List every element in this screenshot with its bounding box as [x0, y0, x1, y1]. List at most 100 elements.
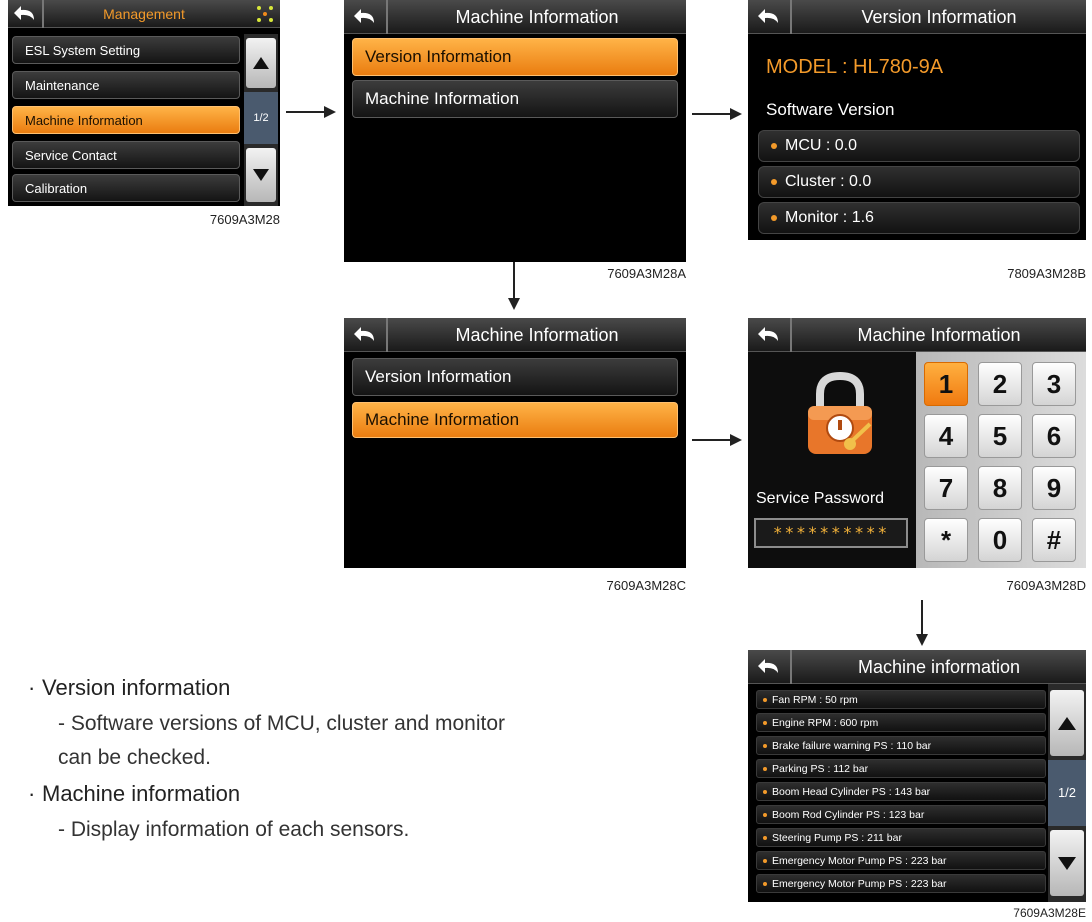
key-label: 3 — [1046, 368, 1062, 399]
key-8[interactable]: 8 — [978, 466, 1022, 510]
key-label: 8 — [992, 472, 1008, 503]
sensor-row: Brake failure warning PS : 110 bar — [756, 736, 1046, 755]
version-row-label: Monitor : 1.6 — [785, 209, 874, 226]
sensor-row-label: Emergency Motor Pump PS : 223 bar — [772, 854, 947, 867]
flow-arrow-right — [692, 434, 742, 446]
screen-management: Management ESL System Setting Maintenanc… — [8, 0, 280, 206]
menu-item-maintenance[interactable]: Maintenance — [12, 71, 240, 99]
sensor-row-label: Boom Rod Cylinder PS : 123 bar — [772, 808, 925, 821]
figure-caption: 7609A3M28C — [606, 578, 687, 593]
menu-item-calibration[interactable]: Calibration — [12, 174, 240, 202]
key-label: 4 — [938, 420, 954, 451]
version-row-mcu: MCU : 0.0 — [758, 130, 1080, 162]
grid-dots-icon[interactable] — [256, 5, 274, 23]
key-0[interactable]: 0 — [978, 518, 1022, 562]
key-3[interactable]: 3 — [1032, 362, 1076, 406]
back-button[interactable] — [748, 318, 792, 352]
key-2[interactable]: 2 — [978, 362, 1022, 406]
key-label: 2 — [992, 368, 1008, 399]
menu-item-label: Version Information — [365, 367, 512, 386]
bullet-icon — [763, 812, 767, 817]
figure-caption: 7609A3M28D — [1006, 578, 1087, 593]
back-button[interactable] — [748, 650, 792, 684]
menu-item-label: Machine Information — [365, 410, 520, 429]
bullet-icon — [763, 789, 767, 794]
menu-item-machine-information[interactable]: Machine Information — [352, 80, 678, 118]
menu-item-label: Calibration — [25, 180, 88, 196]
page-indicator: 1/2 — [244, 92, 278, 144]
title-bar: Management — [8, 0, 280, 28]
title-bar: Machine Information — [748, 318, 1086, 352]
note-heading: · Version information — [28, 675, 708, 701]
key-label: # — [1046, 524, 1062, 555]
menu-item-version-information[interactable]: Version Information — [352, 38, 678, 76]
version-row-cluster: Cluster : 0.0 — [758, 166, 1080, 198]
back-button[interactable] — [344, 0, 388, 34]
sensor-row-label: Steering Pump PS : 211 bar — [772, 831, 902, 844]
scrollbar: 1/2 — [1048, 684, 1086, 902]
back-button[interactable] — [344, 318, 388, 352]
key-star[interactable]: * — [924, 518, 968, 562]
key-9[interactable]: 9 — [1032, 466, 1076, 510]
note-body: - Software versions of MCU, cluster and … — [58, 712, 505, 769]
back-arrow-icon — [758, 327, 778, 341]
note-heading-text: Machine information — [42, 781, 241, 806]
sensor-row-label: Brake failure warning PS : 110 bar — [772, 739, 932, 752]
password-field[interactable]: ********** — [754, 518, 908, 548]
sensor-row: Parking PS : 112 bar — [756, 759, 1046, 778]
key-7[interactable]: 7 — [924, 466, 968, 510]
back-arrow-icon — [758, 659, 778, 673]
up-arrow-icon — [253, 57, 269, 69]
key-label: 1 — [938, 368, 954, 399]
sensor-row-label: Boom Head Cylinder PS : 143 bar — [772, 785, 931, 798]
bullet-icon — [763, 835, 767, 840]
sensor-row-label: Parking PS : 112 bar — [772, 762, 869, 775]
menu-item-version-information[interactable]: Version Information — [352, 358, 678, 396]
key-hash[interactable]: # — [1032, 518, 1076, 562]
bullet-dot: · — [28, 781, 36, 806]
menu-item-esl-system-setting[interactable]: ESL System Setting — [12, 36, 240, 64]
down-arrow-icon — [1058, 856, 1076, 870]
title-bar: Machine information — [748, 650, 1086, 684]
up-arrow-icon — [1058, 716, 1076, 730]
menu-item-machine-information[interactable]: Machine Information — [12, 106, 240, 134]
flow-arrow-down — [916, 600, 928, 646]
screen-machine-information-a: Machine Information Version Information … — [344, 0, 686, 262]
menu-item-label: ESL System Setting — [25, 42, 141, 58]
scroll-up-button[interactable] — [1050, 690, 1084, 756]
title-bar: Machine Information — [344, 0, 686, 34]
menu-item-label: Machine Information — [365, 89, 520, 108]
key-4[interactable]: 4 — [924, 414, 968, 458]
version-row-monitor: Monitor : 1.6 — [758, 202, 1080, 234]
key-label: 7 — [938, 472, 954, 503]
key-1[interactable]: 1 — [924, 362, 968, 406]
flow-arrow-down — [508, 262, 520, 310]
sensor-row: Boom Head Cylinder PS : 143 bar — [756, 782, 1046, 801]
screen-version-information: Version Information MODEL : HL780-9A Sof… — [748, 0, 1086, 240]
key-6[interactable]: 6 — [1032, 414, 1076, 458]
lock-icon — [798, 368, 882, 468]
menu-item-label: Machine Information — [25, 112, 143, 128]
menu-item-service-contact[interactable]: Service Contact — [12, 141, 240, 169]
sensor-row-label: Emergency Motor Pump PS : 223 bar — [772, 877, 947, 890]
model-label: MODEL : HL780-9A — [766, 56, 944, 78]
screen-title: Machine Information — [455, 7, 619, 27]
scrollbar: 1/2 — [244, 34, 278, 206]
figure-caption: 7809A3M28B — [1007, 266, 1086, 281]
key-5[interactable]: 5 — [978, 414, 1022, 458]
key-label: 6 — [1046, 420, 1062, 451]
menu-item-machine-information[interactable]: Machine Information — [352, 402, 678, 438]
keypad: 1 2 3 4 5 6 7 8 9 * 0 # — [916, 352, 1086, 568]
scroll-down-button[interactable] — [1050, 830, 1084, 896]
sensor-row-label: Engine RPM : 600 rpm — [772, 716, 879, 729]
scroll-down-button[interactable] — [246, 148, 276, 202]
bullet-icon — [763, 881, 767, 886]
version-row-label: MCU : 0.0 — [785, 137, 858, 154]
sensor-row: Steering Pump PS : 211 bar — [756, 828, 1046, 847]
bullet-icon — [763, 858, 767, 863]
note-heading-text: Version information — [42, 675, 231, 700]
back-button[interactable] — [8, 0, 44, 28]
back-button[interactable] — [748, 0, 792, 34]
key-label: 0 — [992, 524, 1008, 555]
scroll-up-button[interactable] — [246, 38, 276, 88]
